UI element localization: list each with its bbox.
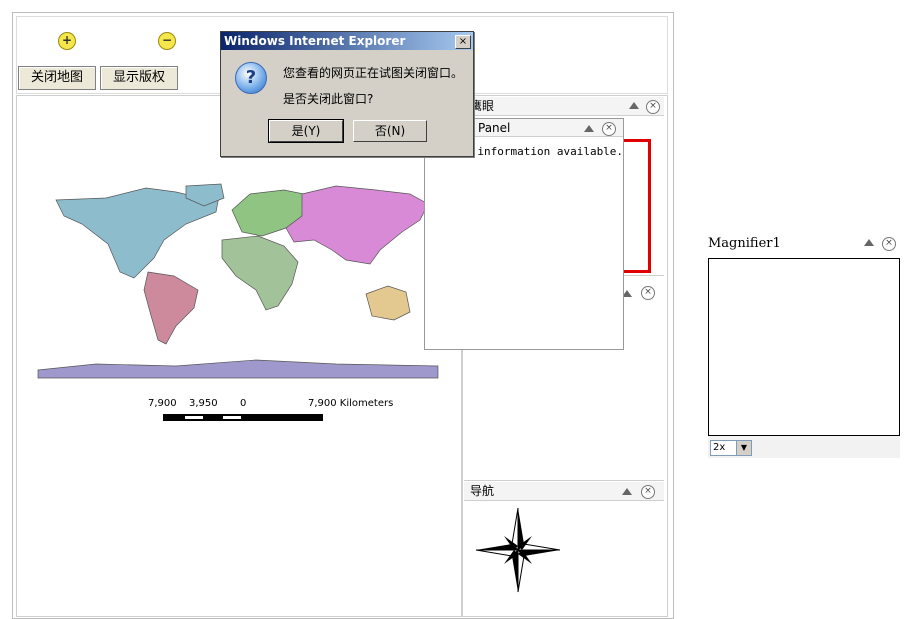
magnifier-panel: Magnifier1 × 2x ▼	[706, 234, 902, 462]
confirm-close-dialog: Windows Internet Explorer × ? 您查看的网页正在试图…	[220, 31, 474, 157]
dialog-title: Windows Internet Explorer	[224, 34, 406, 48]
magnifier-title: Magnifier1	[708, 236, 781, 251]
map-africa	[221, 235, 299, 311]
collapse-icon[interactable]	[629, 102, 639, 109]
navigation-panel-title: 导航	[464, 482, 664, 501]
navigation-panel: 导航 ×	[464, 482, 664, 612]
scalebar-label: 7,900	[148, 398, 177, 409]
scalebar-label: 0	[240, 398, 247, 409]
close-icon[interactable]: ×	[641, 485, 655, 499]
magnifier-view[interactable]	[708, 258, 900, 436]
map-asia	[285, 185, 429, 265]
map-south-america	[143, 271, 199, 345]
yes-button[interactable]: 是(Y)	[268, 119, 344, 143]
scalebar-label: 7,900 Kilometers	[308, 398, 394, 409]
navigation-title-text: 导航	[470, 484, 495, 498]
dialog-message-line2: 是否关闭此窗口?	[283, 92, 374, 106]
dialog-titlebar: Windows Internet Explorer	[221, 32, 473, 50]
magnifier-zoom-value: 2x	[713, 442, 726, 453]
zoom-in-icon[interactable]: +	[58, 32, 76, 50]
collapse-icon[interactable]	[622, 488, 632, 495]
no-button[interactable]: 否(N)	[353, 120, 427, 142]
scalebar-label: 3,950	[189, 398, 218, 409]
show-copyright-button[interactable]: 显示版权	[100, 66, 178, 90]
question-icon: ?	[235, 62, 267, 94]
world-map	[37, 183, 439, 379]
magnifier-zoom-select[interactable]: 2x ▼	[710, 440, 752, 456]
collapse-icon[interactable]	[584, 125, 594, 132]
close-icon[interactable]: ×	[646, 100, 660, 114]
compass-rose-icon[interactable]	[474, 506, 562, 594]
dialog-close-button[interactable]: ×	[455, 35, 471, 49]
chevron-down-icon[interactable]: ▼	[736, 441, 751, 455]
close-icon[interactable]: ×	[602, 122, 616, 136]
map-antarctica	[37, 359, 439, 379]
scalebar	[163, 414, 323, 421]
dialog-message-line1: 您查看的网页正在试图关闭窗口。	[283, 66, 464, 80]
map-australia	[365, 285, 411, 321]
zoom-out-icon[interactable]: −	[158, 32, 176, 50]
close-map-button[interactable]: 关闭地图	[18, 66, 96, 90]
close-icon[interactable]: ×	[641, 286, 655, 300]
copyright-title-text: Panel	[478, 121, 511, 135]
collapse-icon[interactable]	[864, 239, 874, 246]
scalebar-labels: 7,900 3,950 0 7,900 Kilometers	[148, 398, 408, 412]
close-icon[interactable]: ×	[882, 237, 896, 251]
